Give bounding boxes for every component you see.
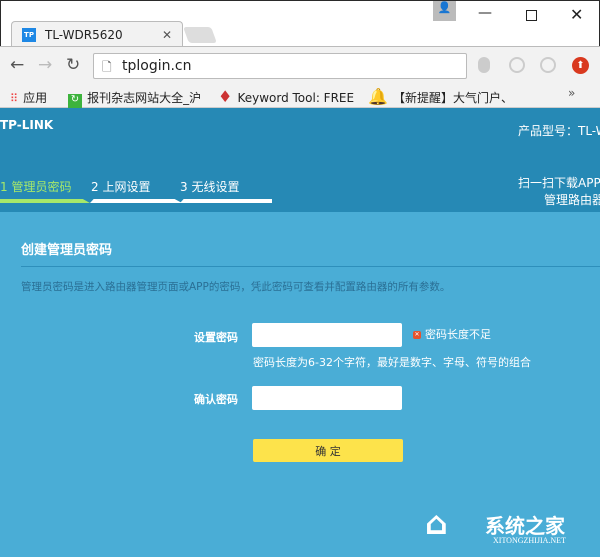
bookmark-item[interactable]: ♦ Keyword Tool: FREE [218,87,354,106]
tp-link-logo: TP-LINK [0,118,54,132]
reload-icon[interactable]: ↻ [66,55,80,75]
flame-icon: ♦ [218,87,233,106]
product-model: 产品型号：TL-W [518,124,600,138]
favicon-icon: TP [22,28,36,42]
extension-icon[interactable] [540,57,556,73]
bookmarks-bar: ⠿ 应用 ↻ 报刊杂志网站大全_沪 ♦ Keyword Tool: FREE 🔔… [0,82,600,108]
profile-button[interactable]: 👤 [433,1,456,21]
extension-icon[interactable] [509,57,525,73]
bookmark-apps[interactable]: ⠿ 应用 [10,87,47,106]
error-icon: ✕ [413,331,421,339]
watermark-house-icon: ⌂ [425,504,448,542]
minimize-button[interactable]: — [478,5,492,21]
maximize-button[interactable] [526,10,537,21]
confirm-label: 确认密码 [194,393,238,406]
step-2: 2 上网设置 [90,176,182,203]
forward-icon[interactable]: → [38,55,52,75]
bell-icon: 🔔 [368,87,388,106]
tab-title: TL-WDR5620 [45,28,123,42]
password-label: 设置密码 [194,331,238,344]
app-manage-text: 管理路由器 [544,193,600,207]
description: 管理员密码是进入路由器管理页面或APP的密码，凭此密码可查看并配置路由器的所有参… [21,281,451,293]
apps-icon: ⠿ [10,92,19,105]
extension-icon[interactable] [478,57,490,73]
router-header: TP-LINK 产品型号：TL-W 1 管理员密码 2 上网设置 3 无线设置 … [0,108,600,212]
step-1: 1 管理员密码 [0,176,90,203]
toolbar: ← → ↻ 🗋 tplogin.cn ⬆ [0,46,600,82]
page-icon: 🗋 [102,60,112,74]
bookmark-item[interactable]: 🔔 【新提醒】大气门户、 [368,87,513,106]
confirm-password-input[interactable] [252,386,402,410]
new-tab-button[interactable] [183,27,217,43]
more-bookmarks-button[interactable]: » [568,86,575,100]
error-message: 密码长度不足 [425,328,491,341]
browser-tab[interactable]: TP TL-WDR5620 ✕ [11,21,183,48]
refresh-green-icon: ↻ [68,94,82,108]
step-3: 3 无线设置 [180,176,272,203]
confirm-button[interactable]: 确 定 [253,439,403,462]
password-input[interactable] [252,323,402,347]
app-download-text: 扫一扫下载APP [518,176,600,190]
address-bar[interactable]: 🗋 tplogin.cn [93,53,467,79]
upload-extension-icon[interactable]: ⬆ [572,57,589,74]
close-window-button[interactable]: ✕ [570,5,583,24]
divider [21,266,600,267]
url-text: tplogin.cn [122,58,192,74]
page-title: 创建管理员密码 [21,243,113,258]
back-icon[interactable]: ← [10,55,24,75]
password-hint: 密码长度为6-32个字符，最好是数字、字母、符号的组合 [253,356,531,369]
watermark: ⌂ 系统之家 XITONGZHIJIA.NET [425,504,566,545]
bookmark-item[interactable]: ↻ 报刊杂志网站大全_沪 [68,87,201,108]
tab-close-icon[interactable]: ✕ [162,28,172,42]
password-form-panel: 创建管理员密码 管理员密码是进入路由器管理页面或APP的密码，凭此密码可查看并配… [0,212,600,557]
